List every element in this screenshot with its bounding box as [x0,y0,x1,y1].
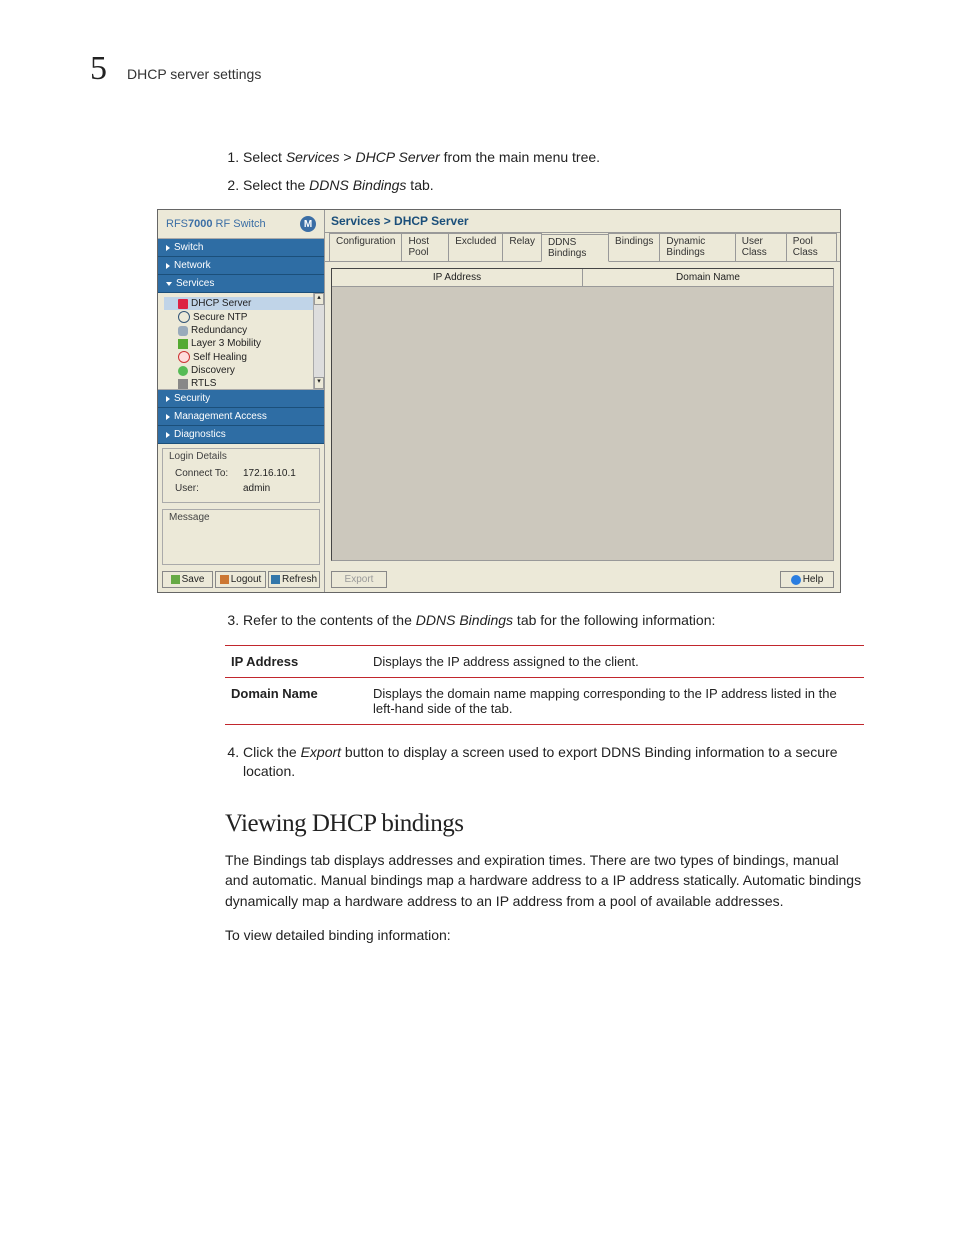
chevron-right-icon [166,396,170,402]
refresh-icon [271,575,280,584]
grid-body-empty [332,287,833,560]
page-header: 5 DHCP server settings [90,50,864,88]
app-screenshot: RFS7000 RF Switch M Switch Network Servi… [157,209,841,593]
chevron-down-icon [166,282,172,286]
tab-host-pool[interactable]: Host Pool [401,233,449,261]
mobility-icon [178,339,188,349]
tree-item-secure-ntp[interactable]: Secure NTP [164,310,324,324]
chevron-right-icon [166,432,170,438]
desc-ip-address: Displays the IP address assigned to the … [367,645,864,677]
step-4: Click the Export button to display a scr… [243,743,864,782]
tab-bar: Configuration Host Pool Excluded Relay D… [325,233,840,262]
table-row: IP Address Displays the IP address assig… [225,645,864,677]
save-button[interactable]: Save [162,571,213,588]
tree-item-dhcp-server[interactable]: DHCP Server [164,297,324,310]
column-ip-address[interactable]: IP Address [332,269,583,286]
table-row: Domain Name Displays the domain name map… [225,677,864,724]
user-value: admin [243,483,270,494]
screenshot-main: Services > DHCP Server Configuration Hos… [325,210,840,592]
tree-item-l3-mobility[interactable]: Layer 3 Mobility [164,337,324,350]
desc-domain-name: Displays the domain name mapping corresp… [367,677,864,724]
nav-services[interactable]: Services [158,275,324,293]
healing-icon [178,351,190,363]
logout-icon [220,575,229,584]
subsection-heading: Viewing DHCP bindings [225,810,864,838]
connect-to-value: 172.16.10.1 [243,468,296,479]
term-ip-address: IP Address [225,645,367,677]
breadcrumb: Services > DHCP Server [325,210,840,233]
tree-scrollbar[interactable]: ▴ ▾ [313,293,324,389]
chevron-right-icon [166,414,170,420]
nav-management-access[interactable]: Management Access [158,408,324,426]
tree-item-self-healing[interactable]: Self Healing [164,350,324,364]
message-panel: Message [162,509,320,565]
step-3: Refer to the contents of the DDNS Bindin… [243,611,864,631]
tab-relay[interactable]: Relay [502,233,542,261]
grid-header: IP Address Domain Name [332,269,833,287]
logo-icon: M [300,216,316,232]
subsection-paragraph-2: To view detailed binding information: [225,925,864,945]
save-icon [171,575,180,584]
rtls-icon [178,379,188,389]
export-button[interactable]: Export [331,571,387,588]
field-info-table: IP Address Displays the IP address assig… [225,645,864,725]
connect-to-label: Connect To: [175,468,237,479]
procedure-steps-4: Click the Export button to display a scr… [225,743,864,782]
tab-dynamic-bindings[interactable]: Dynamic Bindings [659,233,735,261]
tree-item-rtls[interactable]: RTLS [164,377,324,390]
product-title: RFS7000 RF Switch M [158,210,324,239]
help-icon [791,575,801,585]
column-domain-name[interactable]: Domain Name [583,269,833,286]
section-title: DHCP server settings [127,66,261,82]
procedure-steps-3: Refer to the contents of the DDNS Bindin… [225,611,864,631]
step-1: Select Services > DHCP Server from the m… [243,148,864,168]
login-details-panel: Login Details Connect To: 172.16.10.1 Us… [162,448,320,503]
subsection-paragraph-1: The Bindings tab displays addresses and … [225,850,864,911]
chevron-right-icon [166,245,170,251]
server-icon [178,299,188,309]
help-button[interactable]: Help [780,571,834,588]
user-label: User: [175,483,237,494]
refresh-button[interactable]: Refresh [268,571,320,588]
scroll-down-icon[interactable]: ▾ [314,377,324,389]
term-domain-name: Domain Name [225,677,367,724]
nav-network[interactable]: Network [158,257,324,275]
tab-configuration[interactable]: Configuration [329,233,402,261]
chapter-number: 5 [90,50,107,88]
tree-item-redundancy[interactable]: Redundancy [164,324,324,337]
tab-user-class[interactable]: User Class [735,233,787,261]
screenshot-sidebar: RFS7000 RF Switch M Switch Network Servi… [158,210,325,592]
procedure-steps-top: Select Services > DHCP Server from the m… [225,148,864,195]
clock-icon [178,311,190,323]
nav-security[interactable]: Security [158,390,324,408]
logout-button[interactable]: Logout [215,571,266,588]
tab-ddns-bindings[interactable]: DDNS Bindings [541,234,609,262]
discovery-icon [178,366,188,376]
tree-item-discovery[interactable]: Discovery [164,364,324,377]
nav-diagnostics[interactable]: Diagnostics [158,426,324,444]
tab-pool-class[interactable]: Pool Class [786,233,837,261]
scroll-up-icon[interactable]: ▴ [314,293,324,305]
step-2: Select the DDNS Bindings tab. [243,176,864,196]
data-grid: IP Address Domain Name [331,268,834,561]
services-tree: DHCP Server Secure NTP Redundancy Layer … [158,293,324,390]
chevron-right-icon [166,263,170,269]
tab-bindings[interactable]: Bindings [608,233,660,261]
tab-excluded[interactable]: Excluded [448,233,503,261]
cloud-icon [178,326,188,336]
nav-switch[interactable]: Switch [158,239,324,257]
